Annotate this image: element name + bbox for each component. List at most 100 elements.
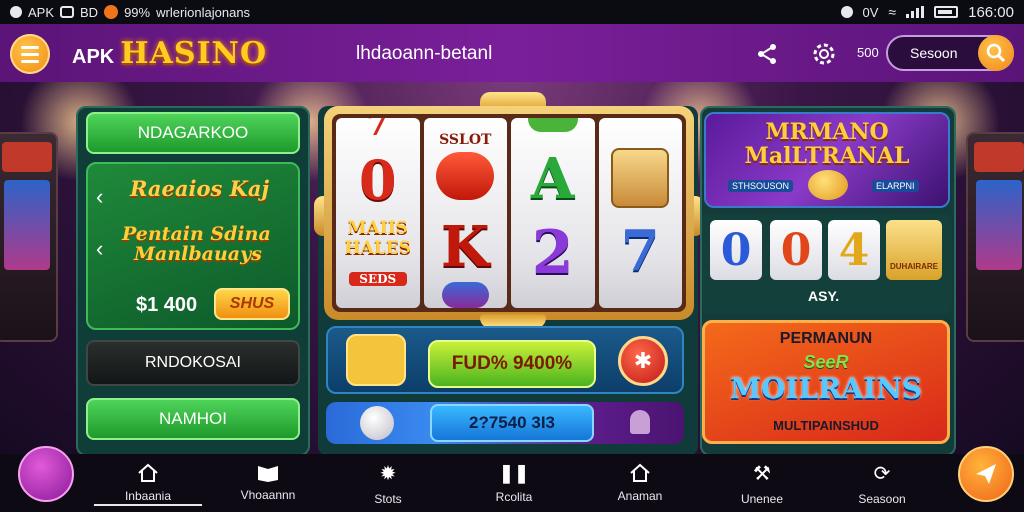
feature-title: MRMANO MalLTRANAL (738, 120, 916, 168)
nav-item-book[interactable]: Vhoaannn (208, 454, 328, 512)
slot-cherry-symbol (527, 118, 578, 132)
arcade-cabinet-right (966, 132, 1024, 342)
promo-banner-headline: MOILRAINS (729, 372, 923, 405)
send-icon (976, 464, 996, 484)
ball-icon[interactable] (360, 406, 394, 440)
page-title: lhdaoann-betanl (356, 43, 493, 64)
jackpot-value[interactable]: 2?7540 3I3 (430, 404, 594, 442)
settings-icon[interactable] (808, 38, 840, 70)
nav-label: Stots (374, 491, 402, 506)
notification-icon (10, 6, 22, 18)
status-bar: APK BD 99% wrlerionlajonans 0V ≈ 166:00 (0, 0, 1024, 24)
close-bonus-button[interactable]: ✱ (618, 336, 668, 386)
burst-icon: ✹ (379, 462, 397, 485)
slot-reel: 7 0 MAIIS HALES SEDS (336, 118, 420, 308)
search-button[interactable] (978, 35, 1014, 71)
slot-symbol: 0 (358, 148, 397, 212)
nav-item-slots[interactable]: ✹ Stots (328, 454, 448, 512)
digit-tile: 0 (770, 220, 822, 280)
menu-icon-bar (21, 59, 39, 63)
nav-item-home[interactable]: Inbaania (88, 454, 208, 512)
digits-caption: ASY. (808, 288, 840, 304)
nav-label: Seasoon (858, 491, 906, 506)
top-category-button[interactable]: NDAGARKOO (86, 112, 300, 154)
pause-icon: ❚❚ (498, 462, 530, 483)
house-outline-icon (630, 463, 650, 482)
arcade-cabinet-left (0, 132, 58, 342)
slot-symbol: SEDS (348, 272, 407, 286)
slot-symbol: 2 (531, 218, 574, 288)
slot-symbol: 7 (365, 118, 390, 144)
mushroom-icon[interactable] (630, 410, 650, 434)
status-url-label: wrlerionlajonans (156, 4, 251, 20)
promo-amount: $1 400 (136, 294, 198, 316)
promo-title: Raeaios Kaj (130, 176, 270, 201)
status-bd-label: BD (80, 4, 99, 20)
slot-reel: 7 (598, 118, 682, 308)
feature-sub-label: ELARPNI (872, 180, 919, 192)
bonus-button[interactable]: FUD% 9400% (428, 340, 596, 388)
search-icon (986, 43, 1006, 63)
menu-icon-bar (21, 45, 39, 49)
signal-icon (906, 6, 925, 18)
slot-symbol: 7 (620, 218, 660, 284)
promo-banner-tag: SeeR (803, 352, 849, 372)
bottom-nav: Inbaania Vhoaannn ✹ Stots ❚❚ Rcolita Ana… (0, 454, 1024, 512)
coin-icon (808, 170, 848, 200)
slot-symbol: SSLOT (439, 132, 492, 148)
slot-lips-symbol (436, 152, 495, 200)
slot-portrait-symbol (611, 148, 670, 208)
chevron-left-icon[interactable]: ‹ (96, 184, 103, 210)
slot-reels: 7 0 MAIIS HALES SEDS SSLOT K A 2 7 (332, 114, 686, 312)
feature-title-line: MalLTRANAL (744, 143, 910, 169)
chevron-left-icon[interactable]: ‹ (96, 236, 103, 262)
share-icon[interactable] (754, 41, 780, 67)
dark-category-button[interactable]: RNDOKOSAI (86, 340, 300, 386)
promo-subtitle-line: Manlbauays (134, 243, 262, 265)
app-logo[interactable]: APK HASINO (72, 36, 267, 71)
feature-sub-label: STHSOUSON (728, 180, 794, 192)
alert-icon (840, 6, 853, 18)
menu-button[interactable] (10, 34, 50, 74)
status-signal-label: 0V (862, 4, 879, 20)
app-orange-icon (104, 5, 119, 19)
status-apk-label: APK (28, 4, 55, 20)
digit-tile: 0 (710, 220, 762, 280)
slot-reel: SSLOT K (423, 118, 507, 308)
menu-icon-bar (21, 52, 39, 56)
nav-item-results[interactable]: ❚❚ Rcolita (454, 454, 574, 512)
nav-item-tools[interactable]: ⚒ Unenee (702, 454, 822, 512)
nav-label: Rcolita (495, 489, 533, 504)
app-badge-icon (60, 6, 75, 18)
portrait-icon (886, 220, 942, 280)
nav-item-season[interactable]: ⟳ Seasoon (822, 454, 942, 512)
slot-symbol: MAIIS HALES (344, 218, 411, 258)
panda-mascot-icon[interactable] (346, 334, 406, 386)
tools-icon: ⚒ (753, 462, 771, 485)
logo-prefix: APK (72, 46, 115, 68)
nav-label: Inbaania (124, 489, 172, 503)
digit-tile: 4 (828, 220, 880, 280)
promo-claim-button[interactable]: SHUS (214, 288, 290, 320)
wifi-icon: ≈ (888, 4, 897, 20)
nav-label: Unenee (740, 491, 784, 506)
refresh-icon: ⟳ (873, 462, 891, 485)
slot-reel: A 2 (511, 118, 595, 308)
bottom-category-button[interactable]: NAMHOI (86, 398, 300, 440)
search-placeholder: Sesoon (910, 45, 958, 61)
app-header: APK HASINO lhdaoann-betanl 500 Sesoon (0, 24, 1024, 82)
search-input[interactable]: Sesoon (886, 35, 1014, 71)
portrait-label: DUHAIRARE (890, 262, 938, 271)
rewards-fab-button[interactable] (18, 446, 74, 502)
slot-symbol: A (531, 146, 575, 212)
send-fab-button[interactable] (958, 446, 1014, 502)
home-icon (138, 463, 158, 482)
battery-icon (934, 6, 959, 18)
slot-machine[interactable]: 7 0 MAIIS HALES SEDS SSLOT K A 2 7 (324, 106, 694, 320)
promo-banner-title: PERMANUN (779, 330, 873, 347)
nav-item-account[interactable]: Anaman (580, 454, 700, 512)
promo-subtitle: Pentain Sdina Manlbauays (122, 224, 271, 264)
status-percent-label: 99% (124, 4, 151, 20)
slot-gem-symbol (441, 282, 489, 308)
star-icon: ✱ (633, 348, 653, 373)
